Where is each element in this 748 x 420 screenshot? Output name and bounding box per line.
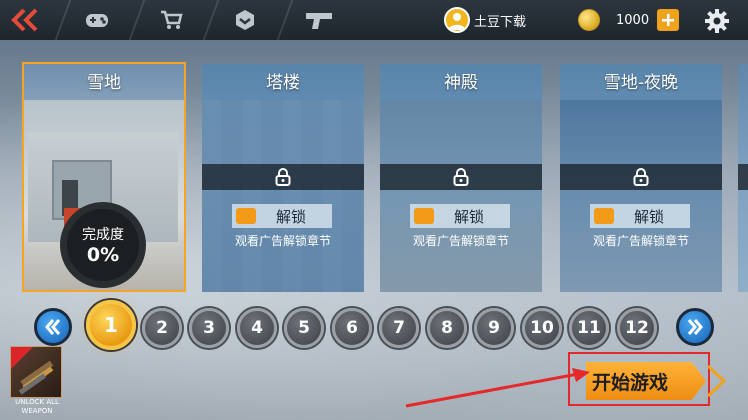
double-chevron-right-icon (687, 319, 703, 335)
username: 土豆下载 (474, 14, 527, 30)
tv-ad-icon (414, 208, 434, 224)
lock-icon (633, 168, 649, 186)
level-button-5[interactable]: 5 (284, 308, 324, 348)
cart-icon (161, 10, 183, 29)
add-coins-button[interactable] (657, 9, 680, 31)
level-button-3[interactable]: 3 (189, 308, 229, 348)
unlock-label: 解锁 (276, 207, 307, 226)
gear-icon[interactable] (704, 8, 730, 34)
gamepad-ad-icon (86, 14, 108, 27)
start-game-button[interactable]: 开始游戏 (586, 362, 706, 400)
unlock-hint: 观看广告解锁章节 (412, 234, 509, 248)
map-title: 雪地-夜晚 (603, 73, 679, 93)
completion-value: 0% (86, 244, 120, 266)
tab-rank[interactable] (202, 0, 286, 40)
map-card-next-partial[interactable] (738, 64, 748, 292)
unlock-button[interactable]: 解锁 (410, 204, 510, 228)
user-icon (449, 13, 465, 30)
level-selector: 1 2 3 4 5 6 7 8 9 10 11 12 (0, 300, 748, 350)
map-card-temple[interactable]: 神殿 解锁 观看广告解锁章节 (380, 64, 542, 292)
level-button-4[interactable]: 4 (237, 308, 277, 348)
lock-icon (453, 168, 469, 186)
level-button-1[interactable]: 1 (86, 300, 136, 350)
lock-bar (202, 164, 364, 190)
map-title: 神殿 (444, 73, 478, 93)
map-title: 塔楼 (266, 73, 300, 93)
pistol-icon (306, 13, 332, 29)
coin-icon (578, 9, 600, 31)
level-button-12[interactable]: 12 (617, 308, 657, 348)
tab-ads[interactable] (54, 0, 138, 40)
promo-label: UNLOCK ALL WEAPON (15, 398, 59, 415)
map-title: 雪地 (87, 73, 121, 93)
level-button-9[interactable]: 9 (474, 308, 514, 348)
weapon-bundle-icon (11, 347, 54, 395)
unlock-hint: 观看广告解锁章节 (234, 234, 331, 248)
unlock-label: 解锁 (634, 207, 665, 226)
map-card-snow-night[interactable]: 雪地-夜晚 解锁 观看广告解锁章节 (560, 64, 722, 292)
unlock-hint: 观看广告解锁章节 (592, 234, 689, 248)
tv-ad-icon (236, 208, 256, 224)
next-levels-button[interactable] (676, 308, 714, 346)
tab-weapons[interactable] (276, 0, 360, 40)
level-button-6[interactable]: 6 (332, 308, 372, 348)
completion-ring: 完成度 0% (60, 202, 146, 288)
map-card-tower[interactable]: 塔楼 解锁 观看广告解锁章节 (202, 64, 364, 292)
badge-icon (236, 10, 254, 30)
top-bar: 土豆下载 1000 (0, 0, 748, 40)
map-card-snow[interactable]: 雪地 完成度 0% (22, 62, 186, 292)
lock-bar (380, 164, 542, 190)
plus-icon (662, 14, 675, 26)
level-button-8[interactable]: 8 (427, 308, 467, 348)
user-profile[interactable]: 土豆下载 (444, 6, 526, 34)
lock-bar (738, 164, 748, 190)
coin-value: 1000 (616, 12, 650, 28)
prev-levels-button[interactable] (34, 308, 72, 346)
tab-shop[interactable] (128, 0, 212, 40)
completion-label: 完成度 (82, 227, 124, 243)
unlock-button[interactable]: 解锁 (590, 204, 690, 228)
double-chevron-left-icon (45, 319, 61, 335)
annotation-arrow-icon (405, 368, 590, 408)
level-button-2[interactable]: 2 (142, 308, 182, 348)
level-button-7[interactable]: 7 (379, 308, 419, 348)
coin-balance: 1000 (578, 6, 680, 34)
chevron-right-icon (706, 364, 727, 398)
lock-bar (560, 164, 722, 190)
unlock-label: 解锁 (454, 207, 485, 226)
level-button-11[interactable]: 11 (569, 308, 609, 348)
tv-ad-icon (594, 208, 614, 224)
unlock-button[interactable]: 解锁 (232, 204, 332, 228)
lock-icon (275, 168, 291, 186)
avatar (444, 7, 470, 33)
tab-bar (0, 0, 380, 40)
level-button-10[interactable]: 10 (522, 308, 562, 348)
unlock-weapon-promo[interactable] (10, 346, 62, 398)
